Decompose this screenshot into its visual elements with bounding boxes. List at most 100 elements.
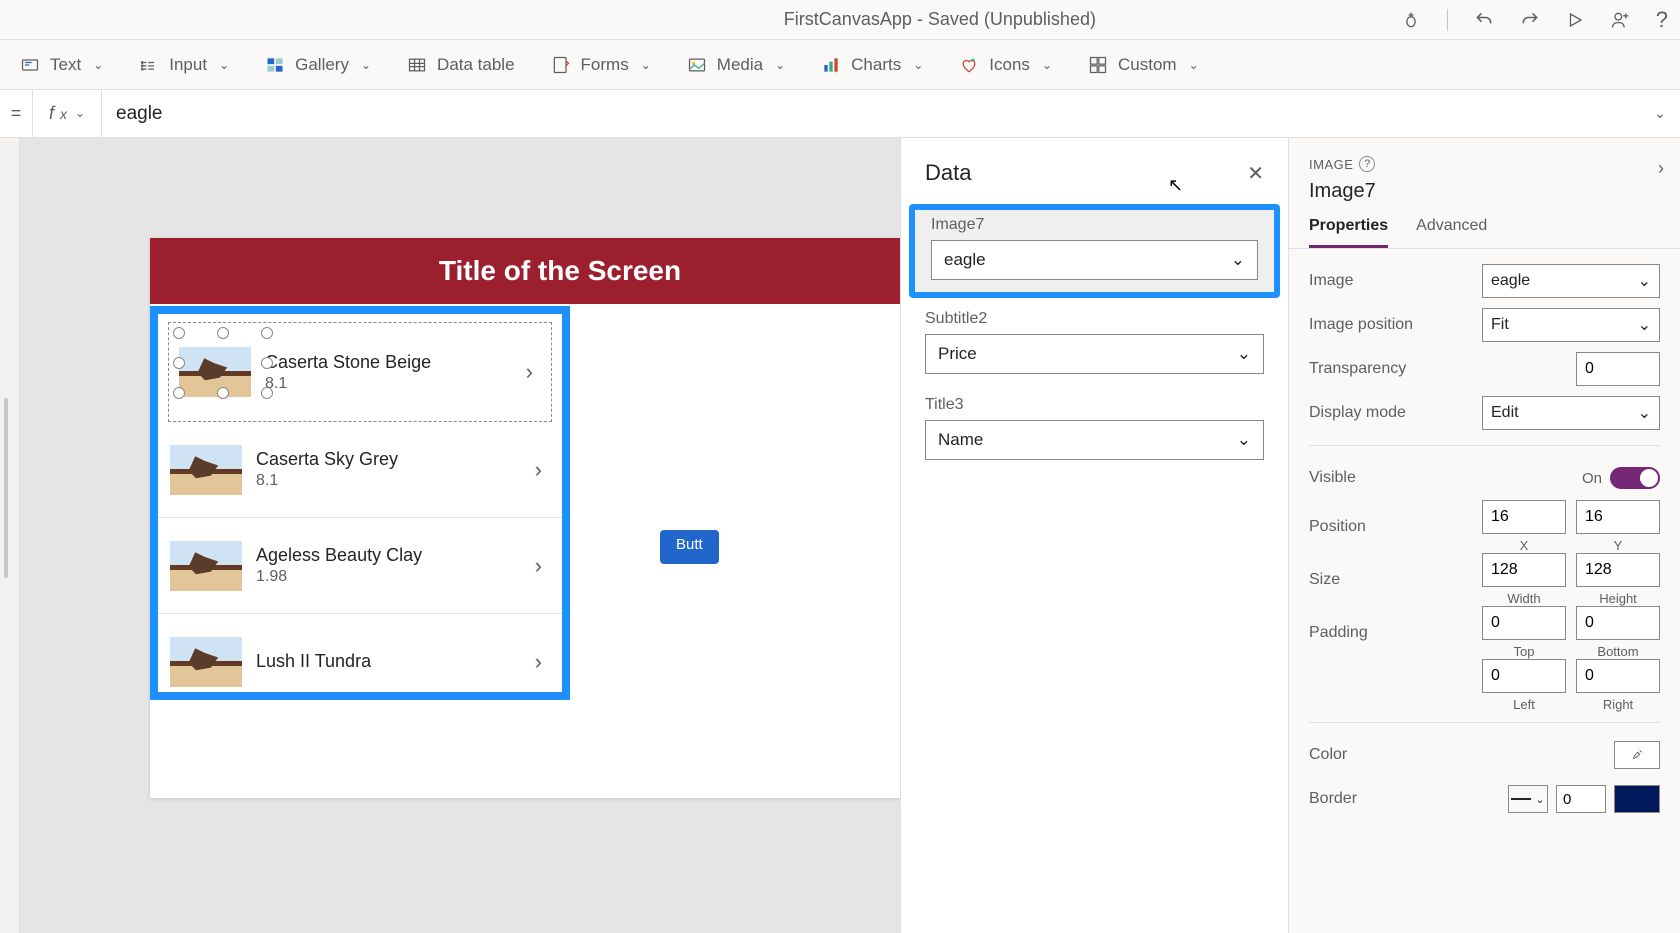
prop-padding-r[interactable] bbox=[1576, 659, 1660, 693]
gallery-item[interactable]: Lush II Tundra › bbox=[158, 614, 562, 710]
data-panel: Data ✕ Image7 eagle ⌄ Subtitle2 Price ⌄ … bbox=[900, 138, 1288, 933]
data-field-value: Price bbox=[938, 344, 977, 364]
chevron-right-icon[interactable]: › bbox=[535, 649, 542, 675]
health-icon[interactable] bbox=[1401, 9, 1421, 30]
chevron-down-icon: ⌄ bbox=[361, 58, 371, 72]
expand-panel-icon[interactable]: › bbox=[1658, 158, 1664, 179]
canvas-button-label: Butt bbox=[676, 536, 703, 553]
prop-padding-l[interactable] bbox=[1482, 659, 1566, 693]
prop-image-select[interactable]: eagle⌄ bbox=[1482, 264, 1660, 298]
prop-size-label: Size bbox=[1309, 571, 1482, 589]
data-field-subtitle: Subtitle2 Price ⌄ bbox=[901, 302, 1288, 388]
data-field-select[interactable]: Name ⌄ bbox=[925, 420, 1264, 460]
canvas-button[interactable]: Butt bbox=[660, 530, 719, 564]
props-tabs: Properties Advanced bbox=[1289, 203, 1680, 249]
ribbon-icons[interactable]: Icons⌄ bbox=[959, 55, 1052, 75]
chevron-down-icon: ⌄ bbox=[1231, 250, 1245, 270]
ribbon-media-label: Media bbox=[717, 55, 763, 75]
formula-bar: = fx⌄ ⌄ bbox=[0, 90, 1680, 138]
prop-visible-toggle[interactable] bbox=[1610, 467, 1660, 489]
screen-title: Title of the Screen bbox=[439, 255, 681, 287]
separator bbox=[1447, 9, 1448, 31]
ribbon-charts-label: Charts bbox=[851, 55, 901, 75]
ribbon-media[interactable]: Media⌄ bbox=[687, 55, 785, 75]
chevron-right-icon[interactable]: › bbox=[535, 457, 542, 483]
titlebar: FirstCanvasApp - Saved (Unpublished) ? bbox=[0, 0, 1680, 40]
fx-dropdown[interactable]: fx⌄ bbox=[32, 90, 102, 137]
chevron-down-icon: ⌄ bbox=[1638, 315, 1651, 335]
gallery-item[interactable]: Caserta Stone Beige 8.1 › bbox=[168, 322, 552, 422]
data-field-title: Title3 Name ⌄ bbox=[901, 388, 1288, 474]
prop-border-style[interactable]: ⌄ bbox=[1508, 785, 1548, 813]
selection-handles[interactable] bbox=[179, 333, 267, 393]
canvas-area[interactable]: Title of the Screen Butt Caserta Stone B… bbox=[20, 138, 900, 933]
ribbon-input[interactable]: Input⌄ bbox=[139, 55, 229, 75]
ribbon-text-label: Text bbox=[50, 55, 81, 75]
prop-position-y[interactable] bbox=[1576, 500, 1660, 534]
tab-advanced[interactable]: Advanced bbox=[1416, 217, 1487, 248]
chevron-right-icon[interactable]: › bbox=[535, 553, 542, 579]
prop-displaymode-select[interactable]: Edit⌄ bbox=[1482, 396, 1660, 430]
gallery-item-sub: 1.98 bbox=[256, 568, 521, 586]
equals-label: = bbox=[0, 103, 32, 124]
prop-padding-b[interactable] bbox=[1576, 606, 1660, 640]
close-icon[interactable]: ✕ bbox=[1247, 161, 1264, 186]
prop-color-picker[interactable] bbox=[1614, 741, 1660, 769]
ribbon-text[interactable]: Text⌄ bbox=[20, 55, 103, 75]
left-rail[interactable] bbox=[0, 138, 20, 933]
prop-border-width[interactable] bbox=[1556, 785, 1606, 813]
app-state: FirstCanvasApp - Saved (Unpublished) bbox=[784, 9, 1096, 30]
chevron-down-icon: ⌄ bbox=[913, 58, 923, 72]
prop-size-h[interactable] bbox=[1576, 553, 1660, 587]
prop-visible-state: On bbox=[1582, 470, 1602, 487]
ribbon-charts[interactable]: Charts ⌄ bbox=[821, 55, 923, 75]
data-field-select[interactable]: Price ⌄ bbox=[925, 334, 1264, 374]
help-icon[interactable]: ? bbox=[1656, 7, 1668, 33]
chevron-right-icon[interactable]: › bbox=[526, 359, 533, 385]
data-field-value: eagle bbox=[944, 250, 986, 270]
ribbon-custom[interactable]: Custom ⌄ bbox=[1088, 55, 1199, 75]
play-icon[interactable] bbox=[1566, 9, 1584, 30]
data-field-select[interactable]: eagle ⌄ bbox=[931, 240, 1258, 280]
share-user-icon[interactable] bbox=[1610, 9, 1630, 30]
prop-visible-label: Visible bbox=[1309, 469, 1582, 487]
prop-imagepos-select[interactable]: Fit⌄ bbox=[1482, 308, 1660, 342]
ribbon-datatable[interactable]: Data table bbox=[407, 55, 515, 75]
formula-input[interactable] bbox=[102, 90, 1640, 137]
prop-size-w[interactable] bbox=[1482, 553, 1566, 587]
gallery-control[interactable]: Caserta Stone Beige 8.1 › Caserta Sky Gr… bbox=[150, 306, 570, 700]
main: Title of the Screen Butt Caserta Stone B… bbox=[0, 138, 1680, 933]
data-field-value: Name bbox=[938, 430, 983, 450]
info-icon[interactable]: ? bbox=[1359, 156, 1375, 172]
ribbon-gallery[interactable]: Gallery⌄ bbox=[265, 55, 371, 75]
ribbon-icons-label: Icons bbox=[989, 55, 1030, 75]
formula-expand-icon[interactable]: ⌄ bbox=[1640, 105, 1680, 122]
prop-border-color[interactable] bbox=[1614, 785, 1660, 813]
prop-padding-t[interactable] bbox=[1482, 606, 1566, 640]
properties-panel: IMAGE ? › Image7 Properties Advanced Ima… bbox=[1288, 138, 1680, 933]
gallery-item[interactable]: Caserta Sky Grey 8.1 › bbox=[158, 422, 562, 518]
prop-imagepos-label: Image position bbox=[1309, 316, 1482, 334]
redo-icon[interactable] bbox=[1520, 9, 1540, 30]
gallery-item[interactable]: Ageless Beauty Clay 1.98 › bbox=[158, 518, 562, 614]
tab-properties[interactable]: Properties bbox=[1309, 217, 1388, 248]
insert-ribbon: Text⌄ Input⌄ Gallery⌄ Data table Forms⌄ … bbox=[0, 40, 1680, 90]
screen-header[interactable]: Title of the Screen bbox=[150, 238, 900, 304]
chevron-down-icon: ⌄ bbox=[1189, 58, 1199, 72]
data-field-label: Subtitle2 bbox=[925, 310, 1264, 328]
chevron-down-icon: ⌄ bbox=[1237, 344, 1251, 364]
prop-transparency-input[interactable] bbox=[1576, 352, 1660, 386]
ribbon-custom-label: Custom bbox=[1118, 55, 1177, 75]
data-panel-title: Data bbox=[925, 160, 971, 186]
prop-position-x[interactable] bbox=[1482, 500, 1566, 534]
prop-padding-label: Padding bbox=[1309, 624, 1482, 642]
gallery-thumbnail bbox=[170, 541, 242, 591]
gallery-item-title: Caserta Sky Grey bbox=[256, 449, 521, 470]
chevron-down-icon: ⌄ bbox=[1237, 430, 1251, 450]
chevron-down-icon: ⌄ bbox=[1638, 403, 1651, 423]
undo-icon[interactable] bbox=[1474, 9, 1494, 30]
ribbon-forms[interactable]: Forms⌄ bbox=[551, 55, 651, 75]
ribbon-forms-label: Forms bbox=[581, 55, 629, 75]
gallery-item-title: Lush II Tundra bbox=[256, 651, 521, 672]
ribbon-input-label: Input bbox=[169, 55, 207, 75]
